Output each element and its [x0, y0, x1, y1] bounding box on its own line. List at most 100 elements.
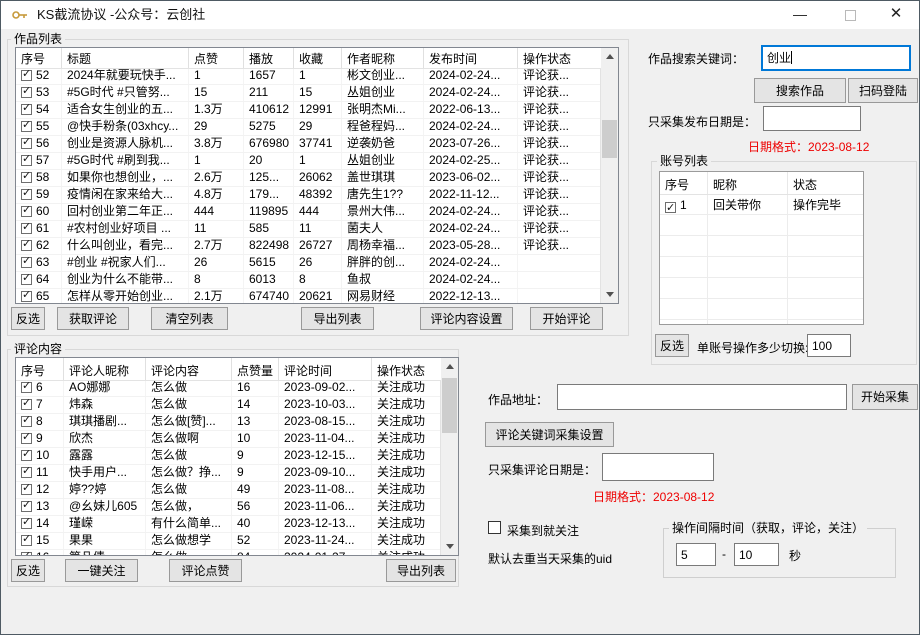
column-header[interactable]: 状态 — [788, 172, 863, 194]
table-row[interactable]: ✓ 60 回村创业第二年正... 444 119895 444 景州大伟... 2024-02… — [16, 204, 601, 221]
close-button[interactable]: ✕ — [879, 1, 913, 29]
table-row[interactable]: ✓ 6 AO娜娜 怎么做 16 2023-09-02... 关注成功 — [16, 380, 441, 397]
table-row[interactable]: ✓ 8 琪琪播剧... 怎么做[赞]... 13 2023-08-15... 关注成功 — [16, 414, 441, 431]
column-header[interactable]: 序号 — [16, 48, 62, 68]
table-row[interactable] — [660, 215, 863, 236]
table-row[interactable]: ✓ 54 适合女生创业的五... 1.3万 410612 12991 张明杰Mi... 202… — [16, 102, 601, 119]
column-header[interactable]: 序号 — [16, 358, 64, 380]
table-row[interactable]: ✓ 55 @快手粉条(03xhcy... 29 5275 29 程爸程妈... 2024-02… — [16, 119, 601, 136]
row-checkbox[interactable]: ✓ — [21, 414, 32, 427]
comments-scrollbar[interactable] — [440, 358, 458, 555]
table-row[interactable]: ✓ 57 #5G时代 #刷到我... 1 20 1 丛姐创业 2024-02-25... 评论获… — [16, 153, 601, 170]
table-row[interactable]: ✓ 12 婷??婷 怎么做 49 2023-11-08... 关注成功 — [16, 482, 441, 499]
table-row[interactable] — [660, 320, 863, 324]
table-row[interactable] — [660, 299, 863, 320]
column-header[interactable]: 昵称 — [708, 172, 788, 194]
table-row[interactable]: ✓16第凡倩怎么做842024-01-27...关注成功 — [16, 550, 441, 555]
row-checkbox[interactable]: ✓ — [21, 170, 32, 183]
column-header[interactable]: 评论时间 — [279, 358, 372, 380]
minimize-button[interactable]: — — [783, 1, 817, 29]
publish-date-input[interactable] — [763, 106, 861, 131]
table-row[interactable]: ✓ 65 怎样从零开始创业... 2.1万 674740 20621 网易财经 2022-12… — [16, 289, 601, 303]
row-checkbox[interactable]: ✓ — [21, 289, 32, 302]
table-row[interactable]: ✓ 59 疫情闲在家来给大... 4.8万 179... 48392 唐先生1?? 2022-… — [16, 187, 601, 204]
row-checkbox[interactable]: ✓ — [21, 431, 32, 444]
table-row[interactable]: ✓ 62 什么叫创业，看完... 2.7万 822498 26727 周杨幸福... 2023… — [16, 238, 601, 255]
column-header[interactable]: 点赞 — [189, 48, 244, 68]
table-row[interactable]: ✓ 1 回关带你 操作完毕 — [660, 194, 863, 215]
start-collect-button[interactable]: 开始采集 — [852, 384, 918, 410]
row-checkbox[interactable]: ✓ — [21, 516, 32, 529]
scrollbar-thumb[interactable] — [442, 378, 457, 433]
qr-login-button[interactable]: 扫码登陆 — [848, 78, 918, 103]
scrollbar-up-icon[interactable] — [601, 48, 618, 65]
row-checkbox[interactable]: ✓ — [21, 380, 32, 393]
interval-min-input[interactable]: 5 — [676, 543, 716, 566]
table-row[interactable] — [660, 257, 863, 278]
maximize-button[interactable] — [833, 1, 867, 29]
row-checkbox[interactable]: ✓ — [21, 136, 32, 149]
table-row[interactable]: ✓ 10 露露 怎么做 9 2023-12-15... 关注成功 — [16, 448, 441, 465]
search-works-button[interactable]: 搜索作品 — [754, 78, 846, 103]
table-row[interactable]: ✓ 58 如果你也想创业，... 2.6万 125... 26062 盖世琪琪 2023-06… — [16, 170, 601, 187]
comment-keyword-settings-button[interactable]: 评论关键词采集设置 — [485, 422, 614, 447]
start-comment-button[interactable]: 开始评论 — [530, 307, 603, 330]
table-row[interactable]: ✓ 9 欣杰 怎么做啊 10 2023-11-04... 关注成功 — [16, 431, 441, 448]
row-checkbox[interactable]: ✓ — [21, 119, 32, 132]
table-row[interactable]: ✓ 53 #5G时代 #只管努... 15 211 15 丛姐创业 2024-02-24...… — [16, 85, 601, 102]
table-row[interactable]: ✓ 64 创业为什么不能带... 8 6013 8 鱼叔 2024-02-24... — [16, 272, 601, 289]
comment-like-button[interactable]: 评论点赞 — [169, 559, 242, 582]
one-key-follow-button[interactable]: 一键关注 — [65, 559, 138, 582]
table-row[interactable]: ✓ 15 果果 怎么做想学 52 2023-11-24... 关注成功 — [16, 533, 441, 550]
table-row[interactable]: ✓ 7 炜森 怎么做 14 2023-10-03... 关注成功 — [16, 397, 441, 414]
row-checkbox[interactable]: ✓ — [21, 85, 32, 98]
row-checkbox[interactable]: ✓ — [21, 204, 32, 217]
table-row[interactable]: ✓ 11 快手用户... 怎么做？挣... 9 2023-09-10... 关注成功 — [16, 465, 441, 482]
row-checkbox[interactable]: ✓ — [665, 202, 676, 214]
row-checkbox[interactable]: ✓ — [21, 238, 32, 251]
work-url-input[interactable] — [557, 384, 847, 410]
table-row[interactable] — [660, 236, 863, 257]
table-row[interactable]: ✓ 61 #农村创业好项目 ... 11 585 11 菌夫人 2024-02-24... 评论… — [16, 221, 601, 238]
comment-content-settings-button[interactable]: 评论内容设置 — [420, 307, 513, 330]
column-header[interactable]: 评论内容 — [146, 358, 232, 380]
fetch-comments-button[interactable]: 获取评论 — [57, 307, 129, 330]
row-checkbox[interactable]: ✓ — [21, 465, 32, 478]
works-scrollbar[interactable] — [600, 48, 618, 303]
row-checkbox[interactable]: ✓ — [21, 255, 32, 268]
works-invert-select-button[interactable]: 反选 — [11, 307, 45, 330]
row-checkbox[interactable]: ✓ — [21, 482, 32, 495]
column-header[interactable]: 操作状态 — [372, 358, 441, 380]
table-row[interactable]: ✓ 52 2024年就要玩快手... 1 1657 1 彬文创业... 2024-02-24.… — [16, 68, 601, 85]
table-row[interactable]: ✓ 13 @幺妹儿605 怎么做， 56 2023-11-06... 关注成功 — [16, 499, 441, 516]
row-checkbox[interactable]: ✓ — [21, 499, 32, 512]
comments-export-list-button[interactable]: 导出列表 — [386, 559, 456, 582]
column-header[interactable]: 标题 — [62, 48, 189, 68]
row-checkbox[interactable]: ✓ — [21, 550, 32, 555]
row-checkbox[interactable]: ✓ — [21, 272, 32, 285]
row-checkbox[interactable]: ✓ — [21, 448, 32, 461]
row-checkbox[interactable]: ✓ — [21, 68, 32, 81]
row-checkbox[interactable]: ✓ — [21, 102, 32, 115]
clear-list-button[interactable]: 清空列表 — [151, 307, 228, 330]
accounts-invert-select-button[interactable]: 反选 — [655, 334, 689, 357]
row-checkbox[interactable]: ✓ — [21, 533, 32, 546]
comment-date-input[interactable] — [602, 453, 714, 481]
table-row[interactable]: ✓ 56 创业是资源人脉机... 3.8万 676980 37741 逆袭奶爸 2023-07… — [16, 136, 601, 153]
column-header[interactable]: 操作状态 — [518, 48, 601, 68]
row-checkbox[interactable]: ✓ — [21, 153, 32, 166]
row-checkbox[interactable]: ✓ — [21, 397, 32, 410]
row-checkbox[interactable]: ✓ — [21, 187, 32, 200]
search-keyword-input[interactable]: 创业 — [761, 45, 911, 71]
row-checkbox[interactable]: ✓ — [21, 221, 32, 234]
column-header[interactable]: 点赞量 — [232, 358, 279, 380]
column-header[interactable]: 评论人昵称 — [64, 358, 146, 380]
account-switch-input[interactable]: 100 — [807, 334, 851, 357]
scrollbar-up-icon[interactable] — [441, 358, 458, 375]
works-export-list-button[interactable]: 导出列表 — [301, 307, 374, 330]
scrollbar-down-icon[interactable] — [601, 286, 618, 303]
table-row[interactable]: ✓ 14 瑾嵘 有什么简单... 40 2023-12-13... 关注成功 — [16, 516, 441, 533]
table-row[interactable]: ✓ 63 #创业 #祝家人们... 26 5615 26 胖胖的创... 2024-02-24… — [16, 255, 601, 272]
scrollbar-down-icon[interactable] — [441, 538, 458, 555]
comments-invert-select-button[interactable]: 反选 — [11, 559, 45, 582]
